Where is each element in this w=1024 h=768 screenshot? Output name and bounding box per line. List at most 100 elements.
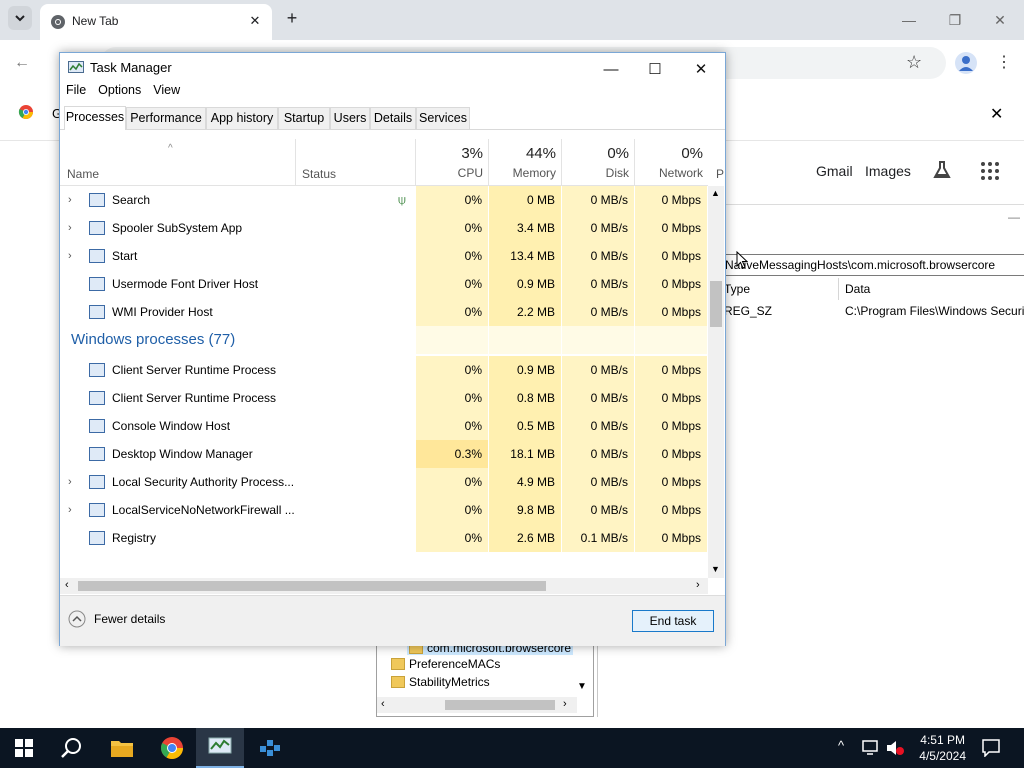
start-button[interactable] — [0, 728, 48, 768]
scroll-left-icon[interactable]: ‹ — [381, 698, 385, 710]
close-banner-icon[interactable]: ✕ — [990, 104, 1003, 124]
table-row[interactable]: › Start 0% 13.4 MB 0 MB/s 0 Mbps — [60, 242, 708, 270]
table-row[interactable]: › LocalServiceNoNetworkFirewall ... 0% 9.8 … — [60, 496, 708, 524]
minimize-button[interactable]: — — [895, 6, 923, 34]
more-menu-icon[interactable]: ⋮ — [996, 52, 1012, 72]
task-manager-taskbar-button[interactable] — [196, 728, 244, 768]
clock[interactable]: 4:51 PM 4/5/2024 — [919, 732, 966, 764]
images-link[interactable]: Images — [865, 163, 911, 179]
process-name: Search — [112, 193, 151, 207]
table-row[interactable]: › Local Security Authority Process... 0% 4.… — [60, 468, 708, 496]
tab-new-tab[interactable]: New Tab ✕ — [40, 4, 272, 40]
cell-disk: 0 MB/s — [562, 356, 634, 384]
tab-users[interactable]: Users — [330, 107, 370, 129]
fewer-details-button[interactable]: Fewer details — [68, 610, 165, 628]
tree-item[interactable]: StabilityMetrics — [391, 675, 490, 689]
scroll-left-icon[interactable]: ‹ — [65, 579, 69, 591]
maximize-button[interactable]: ☐ — [633, 55, 677, 83]
table-row[interactable]: WMI Provider Host 0% 2.2 MB 0 MB/s 0 Mbps — [60, 298, 708, 326]
minimize-icon[interactable]: — — [1008, 210, 1020, 224]
column-header-disk[interactable]: 0% Disk — [561, 139, 635, 185]
search-button[interactable] — [48, 728, 96, 768]
tab-processes[interactable]: Processes — [64, 106, 126, 130]
table-row[interactable]: Registry 0% 2.6 MB 0.1 MB/s 0 Mbps — [60, 524, 708, 552]
scroll-thumb[interactable] — [445, 700, 555, 710]
menu-view[interactable]: View — [153, 83, 180, 103]
expand-chevron-icon[interactable]: › — [68, 496, 72, 524]
column-header-partial[interactable]: P — [716, 167, 724, 181]
apps-grid-icon[interactable] — [980, 161, 1000, 181]
registry-editor-taskbar-button[interactable] — [246, 728, 294, 768]
table-row[interactable]: Desktop Window Manager 0.3% 18.1 MB 0 MB/s 0… — [60, 440, 708, 468]
column-header-network[interactable]: 0% Network — [634, 139, 709, 185]
scroll-down-icon[interactable]: ▼ — [711, 564, 720, 574]
expand-chevron-icon[interactable]: › — [68, 242, 72, 270]
chrome-icon — [18, 105, 33, 119]
back-arrow-icon[interactable]: ← — [14, 54, 30, 72]
footer-bar: Fewer details End task — [60, 595, 725, 646]
column-header-name[interactable]: Name — [67, 167, 99, 181]
close-button[interactable]: ✕ — [986, 6, 1014, 34]
table-row[interactable]: › Search 0% 0 MB 0 MB/s 0 Mbps — [60, 186, 708, 214]
column-header-type[interactable]: Type — [724, 282, 750, 296]
expand-chevron-icon[interactable]: › — [68, 214, 72, 242]
tab-startup[interactable]: Startup — [278, 107, 330, 129]
folder-icon — [111, 741, 133, 757]
column-header-status[interactable]: Status — [295, 139, 416, 185]
group-header-row[interactable]: Windows processes (77) — [60, 326, 708, 354]
file-explorer-button[interactable] — [98, 728, 146, 768]
column-header-cpu[interactable]: 3% CPU — [415, 139, 489, 185]
tab-performance[interactable]: Performance — [126, 107, 206, 129]
cell-cpu: 0% — [416, 242, 488, 270]
expand-chevron-icon[interactable]: › — [68, 468, 72, 496]
tree-item[interactable]: PreferenceMACs — [391, 657, 500, 671]
process-name: Usermode Font Driver Host — [112, 277, 259, 291]
scroll-right-icon[interactable]: › — [696, 579, 700, 591]
network-icon[interactable] — [862, 740, 880, 756]
close-button[interactable]: ✕ — [679, 55, 723, 83]
task-manager-icon — [208, 737, 232, 754]
horizontal-scroll-thumb[interactable] — [78, 581, 546, 591]
close-icon[interactable]: ✕ — [246, 12, 264, 30]
windows-logo-icon — [15, 739, 33, 757]
star-icon[interactable]: ☆ — [906, 52, 922, 73]
cell-memory: 18.1 MB — [489, 440, 561, 468]
vertical-scrollbar[interactable]: ▲ ▼ — [708, 186, 724, 578]
table-row[interactable]: Usermode Font Driver Host 0% 0.9 MB 0 MB/s 0… — [60, 270, 708, 298]
table-row[interactable]: Console Window Host 0% 0.5 MB 0 MB/s 0 Mbps — [60, 412, 708, 440]
chevron-up-circle-icon — [68, 610, 86, 628]
labs-flask-icon[interactable] — [932, 160, 952, 180]
cell-memory: 0.5 MB — [489, 412, 561, 440]
tab-app-history[interactable]: App history — [206, 107, 278, 129]
minimize-button[interactable]: — — [589, 55, 633, 83]
tab-services[interactable]: Services — [416, 107, 470, 129]
registry-editor-icon — [260, 740, 280, 756]
chevron-down-icon — [15, 15, 25, 22]
menu-file[interactable]: File — [66, 83, 86, 103]
table-row[interactable]: Client Server Runtime Process 0% 0.8 MB 0 M… — [60, 384, 708, 412]
notification-icon[interactable] — [982, 739, 1000, 757]
scroll-down-icon[interactable]: ▼ — [577, 681, 587, 692]
gmail-link[interactable]: Gmail — [816, 163, 853, 179]
expand-chevron-icon[interactable]: › — [68, 186, 72, 214]
profile-avatar[interactable] — [955, 52, 977, 74]
cell-cpu: 0% — [416, 186, 488, 214]
tab-search-button[interactable] — [8, 6, 32, 30]
column-header-data[interactable]: Data — [845, 282, 870, 296]
volume-muted-icon[interactable] — [886, 740, 904, 756]
regedit-address-bar[interactable]: NativeMessagingHosts\com.microsoft.brows… — [722, 254, 1024, 276]
tab-details[interactable]: Details — [370, 107, 416, 129]
process-name: WMI Provider Host — [112, 305, 213, 319]
scroll-right-icon[interactable]: › — [563, 698, 567, 710]
column-header-memory[interactable]: 44% Memory — [488, 139, 562, 185]
chrome-taskbar-button[interactable] — [148, 728, 196, 768]
vertical-scroll-thumb[interactable] — [710, 281, 722, 327]
menu-options[interactable]: Options — [98, 83, 141, 103]
restore-button[interactable]: ❐ — [941, 6, 969, 34]
table-row[interactable]: › Spooler SubSystem App 0% 3.4 MB 0 MB/s 0 Mb… — [60, 214, 708, 242]
table-row[interactable]: Client Server Runtime Process 0% 0.9 MB 0 M… — [60, 356, 708, 384]
new-tab-button[interactable]: + — [282, 8, 302, 28]
end-task-button[interactable]: End task — [632, 610, 714, 632]
show-hidden-icons[interactable]: ^ — [838, 738, 844, 753]
scroll-up-icon[interactable]: ▲ — [711, 188, 720, 198]
